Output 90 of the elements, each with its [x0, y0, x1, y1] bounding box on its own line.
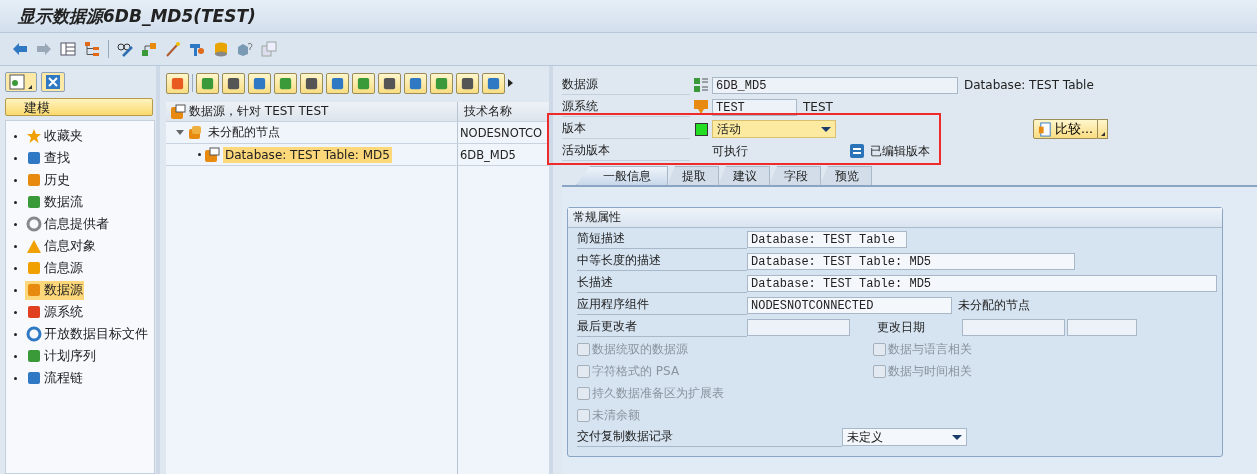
sidebar-item[interactable]: 收藏夹: [25, 126, 84, 146]
sidebar-item[interactable]: 开放数据目标文件: [25, 324, 149, 344]
close-button[interactable]: [41, 72, 65, 92]
blocks-icon[interactable]: [141, 41, 157, 57]
bullet-icon: [14, 266, 17, 270]
bullet-icon: [14, 200, 17, 204]
tool-icon[interactable]: [189, 41, 205, 57]
sidebar-item[interactable]: 历史: [25, 170, 71, 190]
bullet-icon: [14, 134, 17, 138]
field-label: 简短描述: [577, 229, 747, 249]
close-icon: [45, 74, 61, 90]
field-label: 交付复制数据记录: [577, 427, 842, 447]
layout-menu-button[interactable]: [5, 72, 37, 92]
caret-icon: [28, 85, 32, 89]
tab[interactable]: 提取: [667, 166, 719, 185]
compare-menu-button[interactable]: [1097, 119, 1108, 139]
wand-icon[interactable]: [165, 41, 181, 57]
tab[interactable]: 一般信息: [576, 166, 668, 185]
modeling-header[interactable]: 建模: [5, 98, 153, 116]
bullet-icon: [198, 153, 201, 156]
field-description: 未分配的节点: [958, 296, 1030, 314]
short-description-field[interactable]: Database: TEST Table: [747, 230, 907, 248]
field-description: TEST: [803, 100, 833, 114]
more-arrow-icon[interactable]: [508, 79, 513, 87]
back-arrow-icon[interactable]: [12, 41, 28, 57]
expand-toggle-icon[interactable]: [176, 130, 184, 135]
field-label: 源系统: [562, 97, 690, 117]
bullet-icon: [14, 354, 17, 358]
bullet-icon: [14, 376, 17, 380]
database-icon[interactable]: [213, 41, 229, 57]
field-label: 版本: [562, 119, 690, 139]
caret-icon: [1100, 132, 1105, 136]
sidebar-item[interactable]: 数据流: [25, 192, 84, 212]
medium-description-field[interactable]: Database: TEST Table: MD5: [747, 252, 1075, 270]
bullet-icon: [14, 310, 17, 314]
version-dropdown[interactable]: 活动: [712, 120, 836, 138]
field-label: 中等长度的描述: [577, 251, 747, 271]
table-cell-text: 6DB_MD5: [459, 147, 517, 162]
status-square-icon: [694, 122, 708, 136]
long-description-field[interactable]: Database: TEST Table: MD5: [747, 274, 1217, 292]
field-label: 长描述: [577, 273, 747, 293]
field-label: 最后更改者: [577, 317, 747, 337]
column-title: 数据源，针对 TEST TEST: [189, 103, 329, 120]
bullet-icon: [14, 156, 17, 160]
bullet-icon: [14, 222, 17, 226]
field-label: 应用程序组件: [577, 295, 747, 315]
sidebar-item[interactable]: 源系统: [25, 302, 84, 322]
glasses-pencil-icon[interactable]: [117, 41, 133, 57]
sidebar-item[interactable]: 信息源: [25, 258, 84, 278]
delivery-dropdown[interactable]: 未定义: [842, 428, 967, 446]
folder-node-icon: [187, 124, 203, 141]
sidebar-item[interactable]: 计划序列: [25, 346, 97, 366]
field-description: Database: TEST Table: [964, 78, 1094, 92]
table-cell-text: NODESNOTCO: [459, 125, 544, 140]
tree-node[interactable]: 未分配的节点: [206, 123, 282, 142]
star-icon: [26, 128, 42, 144]
compare-button[interactable]: 比较...: [1033, 119, 1098, 139]
bullet-icon: [14, 244, 17, 248]
equals-icon: [850, 144, 864, 158]
bullet-icon: [14, 288, 17, 292]
field-label: 活动版本: [562, 141, 690, 161]
column-header: 技术名称: [463, 104, 513, 119]
cube-question-icon[interactable]: [237, 41, 253, 57]
sidebar-item[interactable]: 信息对象: [25, 236, 97, 256]
document-icon: [1038, 121, 1053, 137]
sidebar-item[interactable]: 信息提供者: [25, 214, 110, 234]
field-label: 数据源: [562, 75, 690, 95]
field-value: 可执行: [711, 142, 749, 160]
field-label: 更改日期: [877, 318, 926, 336]
dropdown-arrow-icon: [821, 126, 831, 132]
time-field: [1067, 318, 1137, 336]
sidebar-item[interactable]: 流程链: [25, 368, 84, 388]
sidebar-item[interactable]: 查找: [25, 148, 71, 168]
table-icon[interactable]: [60, 41, 76, 57]
tree-node[interactable]: Database: TEST Table: MD5: [223, 146, 392, 163]
window-title: 显示数据源6DB_MD5(TEST): [18, 4, 256, 28]
tab[interactable]: 字段: [769, 166, 821, 185]
tab[interactable]: 建议: [718, 166, 770, 185]
hierarchy-icon[interactable]: [84, 41, 100, 57]
component-field[interactable]: NODESNOTCONNECTED: [747, 296, 952, 314]
triangle-icon: [26, 238, 42, 254]
target-icon: [26, 216, 42, 232]
dropdown-arrow-icon: [952, 434, 962, 440]
datasource-field[interactable]: 6DB_MD5: [712, 76, 958, 94]
group-title: 常规属性: [568, 208, 1222, 228]
status-text: 已编辑版本: [870, 142, 931, 160]
bullet-icon: [14, 332, 17, 336]
sidebar-item[interactable]: 数据源: [25, 280, 84, 300]
bullet-icon: [14, 178, 17, 182]
tab[interactable]: 预览: [820, 166, 872, 185]
